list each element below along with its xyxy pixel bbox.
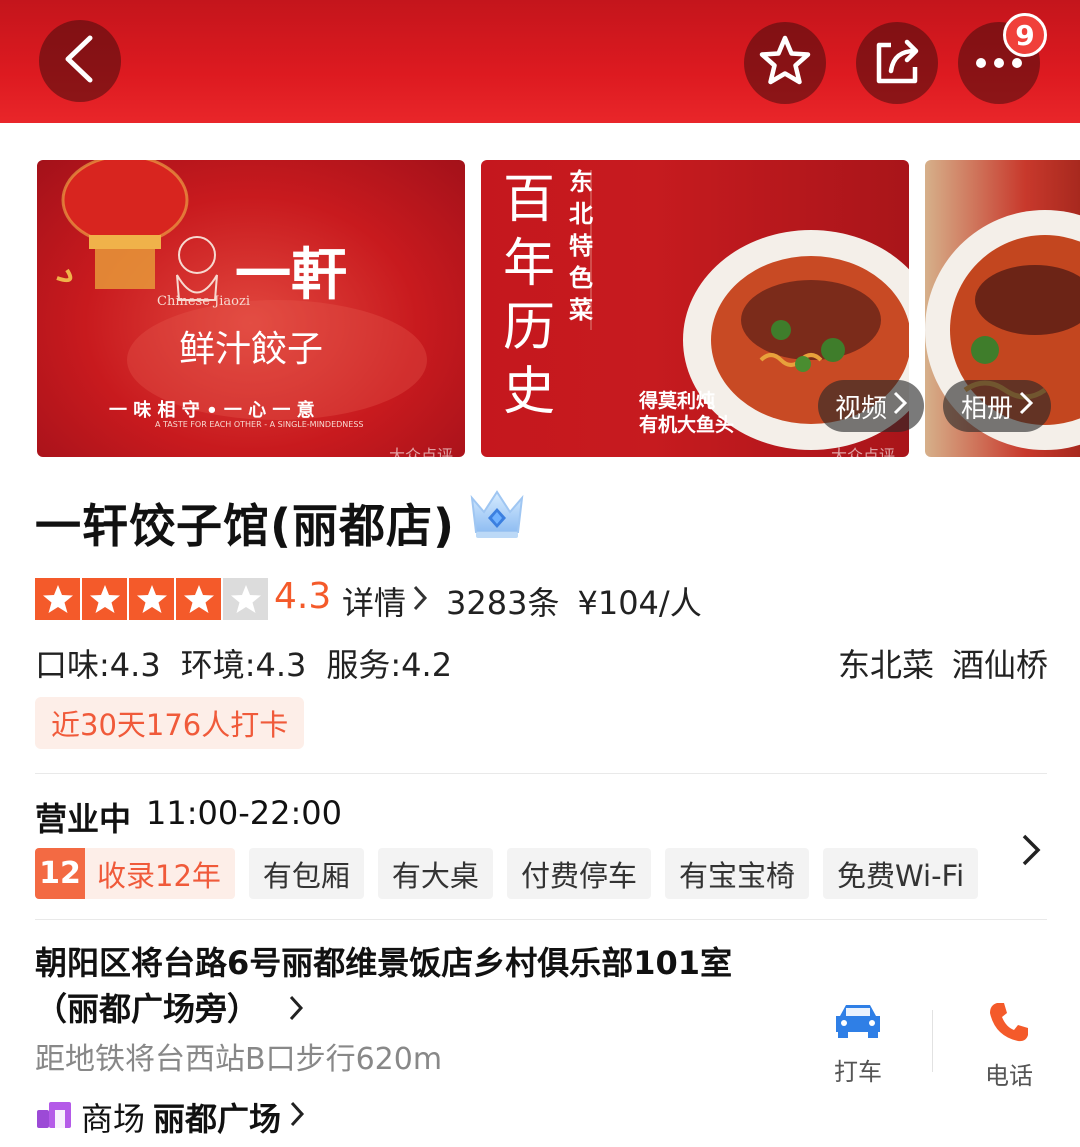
review-count[interactable]: 3283条 xyxy=(446,578,559,624)
taxi-button[interactable]: 打车 xyxy=(813,1000,903,1087)
mall-icon xyxy=(35,1096,73,1138)
rating-details-row[interactable]: 详情 3283条 ¥104/人 xyxy=(342,578,702,624)
video-label: 视频 xyxy=(834,393,887,424)
chevron-right-icon[interactable] xyxy=(1020,832,1042,872)
star-filled-icon xyxy=(35,578,80,620)
divider xyxy=(35,919,1047,920)
photo-vertical-sub: 东北特色菜 xyxy=(569,167,593,324)
photo-dish-line1: 得莫利炖 xyxy=(639,390,716,412)
photo-watermark: 大众点评 xyxy=(831,446,896,457)
years-tag: 12 收录12年 xyxy=(35,848,235,899)
tag-baby-chair: 有宝宝椅 xyxy=(664,848,809,899)
album-label: 相册 xyxy=(960,393,1013,424)
notification-badge: 9 xyxy=(1003,13,1047,57)
car-icon xyxy=(832,1000,884,1044)
photo-vertical-title: 百年历史 xyxy=(503,170,556,422)
more-dots-icon xyxy=(975,54,1023,73)
phone-icon xyxy=(987,1000,1031,1048)
environment-score: 环境:4.3 xyxy=(180,646,307,684)
star-filled-icon xyxy=(82,578,127,620)
checkin-badge[interactable]: 近30天176人打卡 xyxy=(35,697,305,749)
photo-slogan: 鲜汁餃子 xyxy=(179,329,324,370)
shop-name: 一轩饺子馆(丽都店) xyxy=(35,499,456,553)
tag-paid-parking: 付费停车 xyxy=(506,848,651,899)
business-area[interactable]: 酒仙桥 xyxy=(952,640,1048,686)
photo-line: 一 味 相 守 • 一 心 一 意 xyxy=(109,400,315,421)
gallery-photo-1[interactable]: 一軒 Chinese Jiaozi 鲜汁餃子 一 味 相 守 • 一 心 一 意… xyxy=(37,160,465,457)
tag-private-room: 有包厢 xyxy=(248,848,364,899)
star-empty-icon xyxy=(223,578,268,620)
phone-label: 电话 xyxy=(985,1062,1033,1090)
years-label: 收录12年 xyxy=(97,858,221,893)
photo-brand: 一軒 xyxy=(235,242,347,308)
facility-tags[interactable]: 12 收录12年 有包厢 有大桌 付费停车 有宝宝椅 免费Wi-Fi xyxy=(35,848,979,899)
star-filled-icon xyxy=(176,578,221,620)
share-button[interactable] xyxy=(856,22,938,104)
album-button[interactable]: 相册 xyxy=(943,380,1051,432)
mall-prefix: 商场 xyxy=(81,1100,146,1138)
video-button[interactable]: 视频 xyxy=(818,380,924,432)
photo-brand-en: Chinese Jiaozi xyxy=(157,294,250,309)
chevron-right-icon xyxy=(412,582,428,620)
metro-distance: 距地铁将台西站B口步行620m xyxy=(35,1042,443,1077)
taxi-label: 打车 xyxy=(834,1058,882,1086)
tag-large-table: 有大桌 xyxy=(377,848,493,899)
chevron-right-icon xyxy=(893,391,908,422)
share-icon xyxy=(871,35,923,91)
sub-scores: 口味:4.3 环境:4.3 服务:4.2 xyxy=(35,640,452,686)
action-separator xyxy=(932,1010,933,1072)
address-text: 朝阳区将台路6号丽都维景饭店乡村俱乐部101室（丽都广场旁） xyxy=(35,944,733,1028)
rating-score: 4.3 xyxy=(274,576,332,617)
star-filled-icon xyxy=(129,578,174,620)
chevron-right-icon xyxy=(288,988,304,1034)
phone-button[interactable]: 电话 xyxy=(964,1000,1054,1091)
favorite-button[interactable] xyxy=(744,22,826,104)
divider xyxy=(35,773,1047,774)
mall-name: 丽都广场 xyxy=(153,1100,282,1138)
details-link[interactable]: 详情 xyxy=(342,578,428,624)
back-button[interactable] xyxy=(39,20,121,102)
photo-dish-line2: 有机大鱼头 xyxy=(639,414,735,436)
avg-price: ¥104/人 xyxy=(577,584,702,622)
years-number: 12 xyxy=(35,848,85,899)
star-outline-icon xyxy=(758,35,812,91)
photo-line-en: A TASTE FOR EACH OTHER - A SINGLE-MINDED… xyxy=(155,420,364,429)
star-rating xyxy=(35,578,270,620)
details-label: 详情 xyxy=(342,584,407,622)
mall-link[interactable]: 商场 丽都广场 xyxy=(35,1094,305,1140)
chevron-right-icon xyxy=(1019,391,1034,422)
tag-free-wifi: 免费Wi-Fi xyxy=(822,848,979,899)
diamond-crown-icon[interactable] xyxy=(466,488,528,546)
address[interactable]: 朝阳区将台路6号丽都维景饭店乡村俱乐部101室（丽都广场旁） xyxy=(35,940,795,1034)
chevron-left-icon xyxy=(60,34,100,88)
open-status: 营业中 xyxy=(35,800,132,838)
cuisine-area: 东北菜 酒仙桥 xyxy=(838,640,1048,686)
service-score: 服务:4.2 xyxy=(326,646,453,684)
chevron-right-icon xyxy=(289,1098,305,1136)
open-hours: 11:00-22:00 xyxy=(146,794,342,832)
photo-watermark: 大众点评 xyxy=(389,446,454,457)
taste-score: 口味:4.3 xyxy=(35,646,161,684)
cuisine-type[interactable]: 东北菜 xyxy=(838,640,934,686)
